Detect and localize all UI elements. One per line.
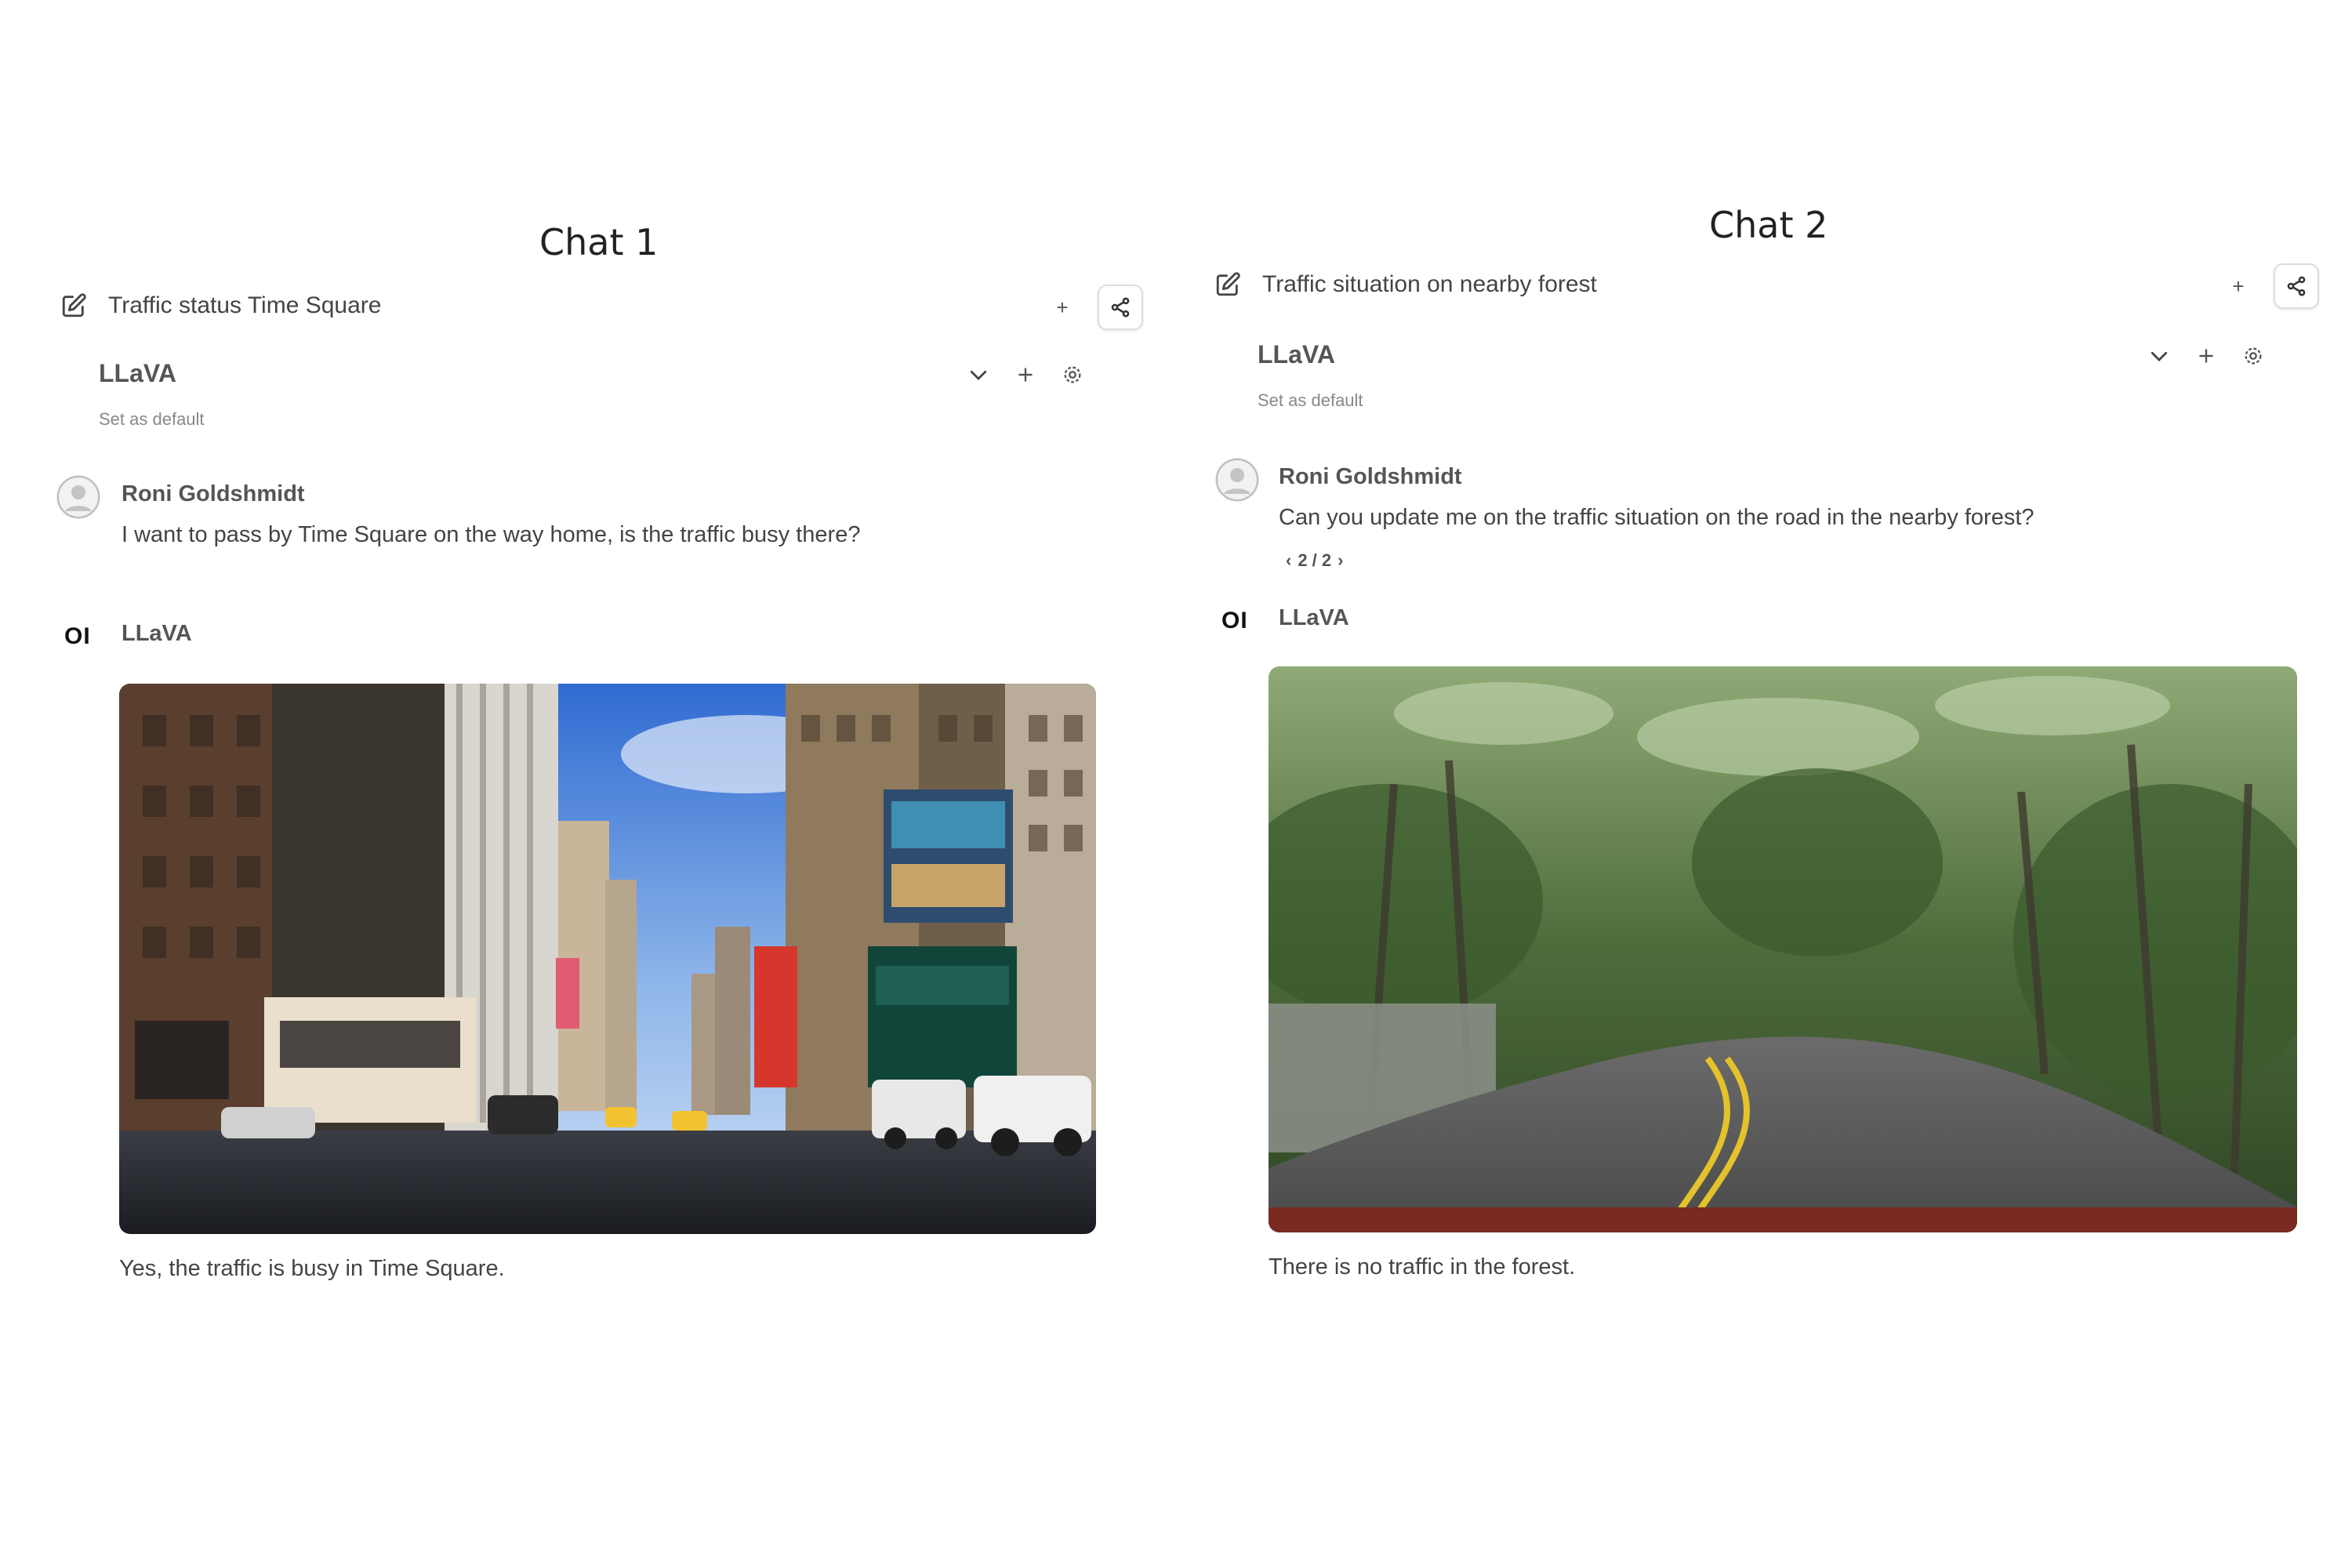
chat-1-top-actions: + (1049, 285, 1143, 330)
edit-icon[interactable] (60, 292, 88, 320)
user-message: I want to pass by Time Square on the way… (122, 522, 861, 547)
assistant-name: LLaVA (1279, 605, 1349, 630)
gear-icon[interactable] (1060, 362, 1085, 387)
chat-1-topbar: Traffic status Time Square + (60, 278, 1143, 333)
response-pager: ‹ 2 / 2 › (1286, 550, 1343, 571)
chat-1-label: Chat 1 (539, 221, 659, 263)
chevron-down-icon[interactable] (966, 362, 991, 387)
user-avatar-icon (56, 475, 100, 519)
forest-road-photo[interactable] (1269, 666, 2297, 1232)
model-name[interactable]: LLaVA (99, 359, 176, 388)
user-name: Roni Goldshmidt (1279, 464, 1462, 489)
model-selector[interactable]: LLaVA (1258, 340, 1335, 369)
chat-2-label: Chat 2 (1709, 204, 1828, 246)
add-model-plus-icon[interactable] (2194, 343, 2219, 368)
set-as-default-link[interactable]: Set as default (99, 409, 205, 430)
chat-2-panel: Chat 2 Traffic situation on nearby fores… (1176, 0, 2352, 1568)
pager-text: 2 / 2 (1298, 550, 1332, 570)
new-chat-plus-icon[interactable]: + (2225, 273, 2252, 299)
user-message: Can you update me on the traffic situati… (1279, 505, 2034, 530)
model-selector[interactable]: LLaVA (99, 359, 176, 388)
chat-2-top-actions: + (2225, 263, 2319, 309)
chat-2-topbar: Traffic situation on nearby forest + (1214, 257, 2319, 312)
assistant-reply: Yes, the traffic is busy in Time Square. (119, 1256, 505, 1281)
chat-1-panel: Chat 1 Traffic status Time Square + LLaV… (0, 0, 1176, 1568)
add-model-plus-icon[interactable] (1013, 362, 1038, 387)
user-avatar-icon (1215, 458, 1259, 502)
assistant-logo: OI (1221, 608, 1248, 633)
model-actions (2147, 343, 2266, 368)
chat-title[interactable]: Traffic situation on nearby forest (1262, 271, 1597, 298)
chevron-right-icon[interactable]: › (1338, 550, 1343, 571)
assistant-logo: OI (64, 623, 91, 649)
chevron-down-icon[interactable] (2147, 343, 2172, 368)
chat-title[interactable]: Traffic status Time Square (108, 292, 381, 319)
share-icon (2287, 276, 2306, 296)
set-as-default-link[interactable]: Set as default (1258, 390, 1363, 411)
share-button[interactable] (2274, 263, 2319, 309)
model-actions (966, 362, 1085, 387)
assistant-reply: There is no traffic in the forest. (1269, 1254, 1576, 1279)
times-square-photo[interactable] (119, 684, 1096, 1234)
gear-icon[interactable] (2241, 343, 2266, 368)
user-name: Roni Goldshmidt (122, 481, 305, 506)
model-name[interactable]: LLaVA (1258, 340, 1335, 369)
share-button[interactable] (1098, 285, 1143, 330)
edit-icon[interactable] (1214, 270, 1242, 299)
assistant-name: LLaVA (122, 621, 192, 646)
new-chat-plus-icon[interactable]: + (1049, 294, 1076, 321)
chevron-left-icon[interactable]: ‹ (1286, 550, 1291, 571)
share-icon (1111, 297, 1130, 318)
